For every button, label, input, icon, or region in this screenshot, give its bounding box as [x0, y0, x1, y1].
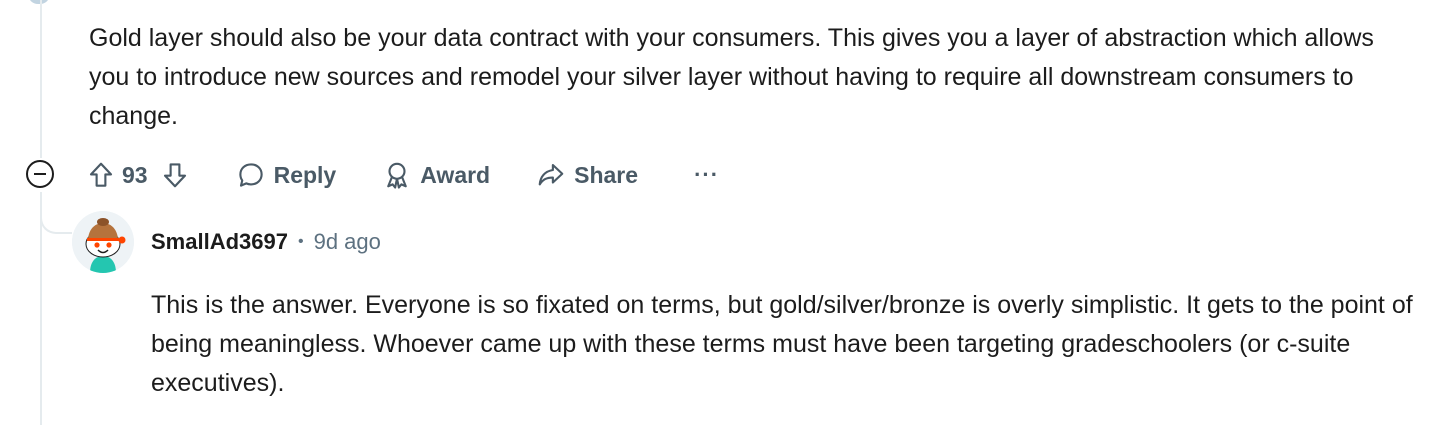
username-link[interactable]: SmallAd3697	[151, 229, 288, 255]
parent-comment-body: Gold layer should also be your data cont…	[89, 24, 1374, 130]
comment-action-bar: 93 Reply Award Share ···	[86, 156, 719, 194]
thread-branch-connector	[40, 200, 72, 234]
speech-bubble-icon	[238, 163, 263, 187]
reply-button[interactable]: Reply	[236, 160, 337, 190]
timestamp[interactable]: 9d ago	[314, 229, 381, 255]
vote-count: 93	[122, 161, 148, 188]
reply-comment-meta: SmallAd3697 • 9d ago	[151, 229, 381, 255]
share-arrow-icon	[538, 163, 564, 186]
downvote-button[interactable]	[160, 160, 190, 190]
reply-comment-body: This is the answer. Everyone is so fixat…	[151, 291, 1413, 397]
award-button[interactable]: Award	[382, 160, 490, 190]
thread-line[interactable]	[40, 0, 42, 158]
avatar[interactable]	[72, 211, 134, 273]
meta-separator: •	[297, 233, 304, 250]
ellipsis-icon[interactable]: ···	[694, 164, 719, 186]
upvote-arrow-icon	[89, 162, 113, 187]
share-button[interactable]: Share	[536, 160, 638, 190]
upvote-button[interactable]	[86, 160, 116, 190]
thread-line[interactable]	[40, 192, 42, 425]
share-label: Share	[574, 161, 639, 188]
reply-label: Reply	[273, 161, 337, 188]
award-ribbon-icon	[387, 162, 408, 189]
downvote-arrow-icon	[163, 163, 186, 188]
parent-avatar-edge	[28, 0, 50, 4]
award-label: Award	[420, 161, 491, 188]
collapse-minus-icon[interactable]	[26, 160, 54, 188]
